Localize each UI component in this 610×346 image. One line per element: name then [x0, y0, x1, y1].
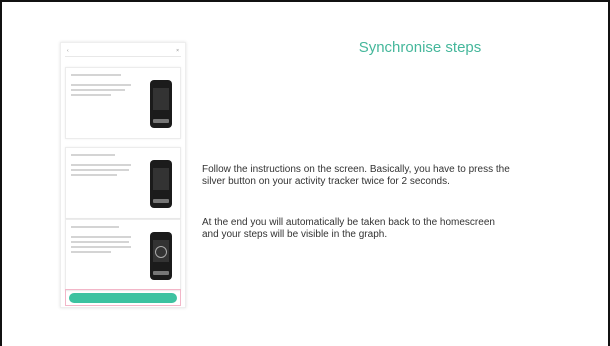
back-icon: ‹: [67, 48, 69, 54]
step-card-3: [65, 219, 181, 291]
tracker-icon: [150, 80, 172, 128]
step-card-2: [65, 147, 181, 219]
phone-header: ‹ ×: [65, 46, 181, 57]
slide-title: Synchronise steps: [358, 39, 482, 56]
sync-button[interactable]: [69, 293, 177, 303]
step-card-1: [65, 67, 181, 139]
result-text: At the end you will automatically be tak…: [202, 217, 495, 240]
tracker-icon: [150, 160, 172, 208]
phone-screenshot: ‹ ×: [60, 42, 186, 308]
close-icon: ×: [176, 48, 179, 54]
instruction-text: Follow the instructions on the screen. B…: [202, 164, 510, 187]
tracker-icon: [150, 232, 172, 280]
